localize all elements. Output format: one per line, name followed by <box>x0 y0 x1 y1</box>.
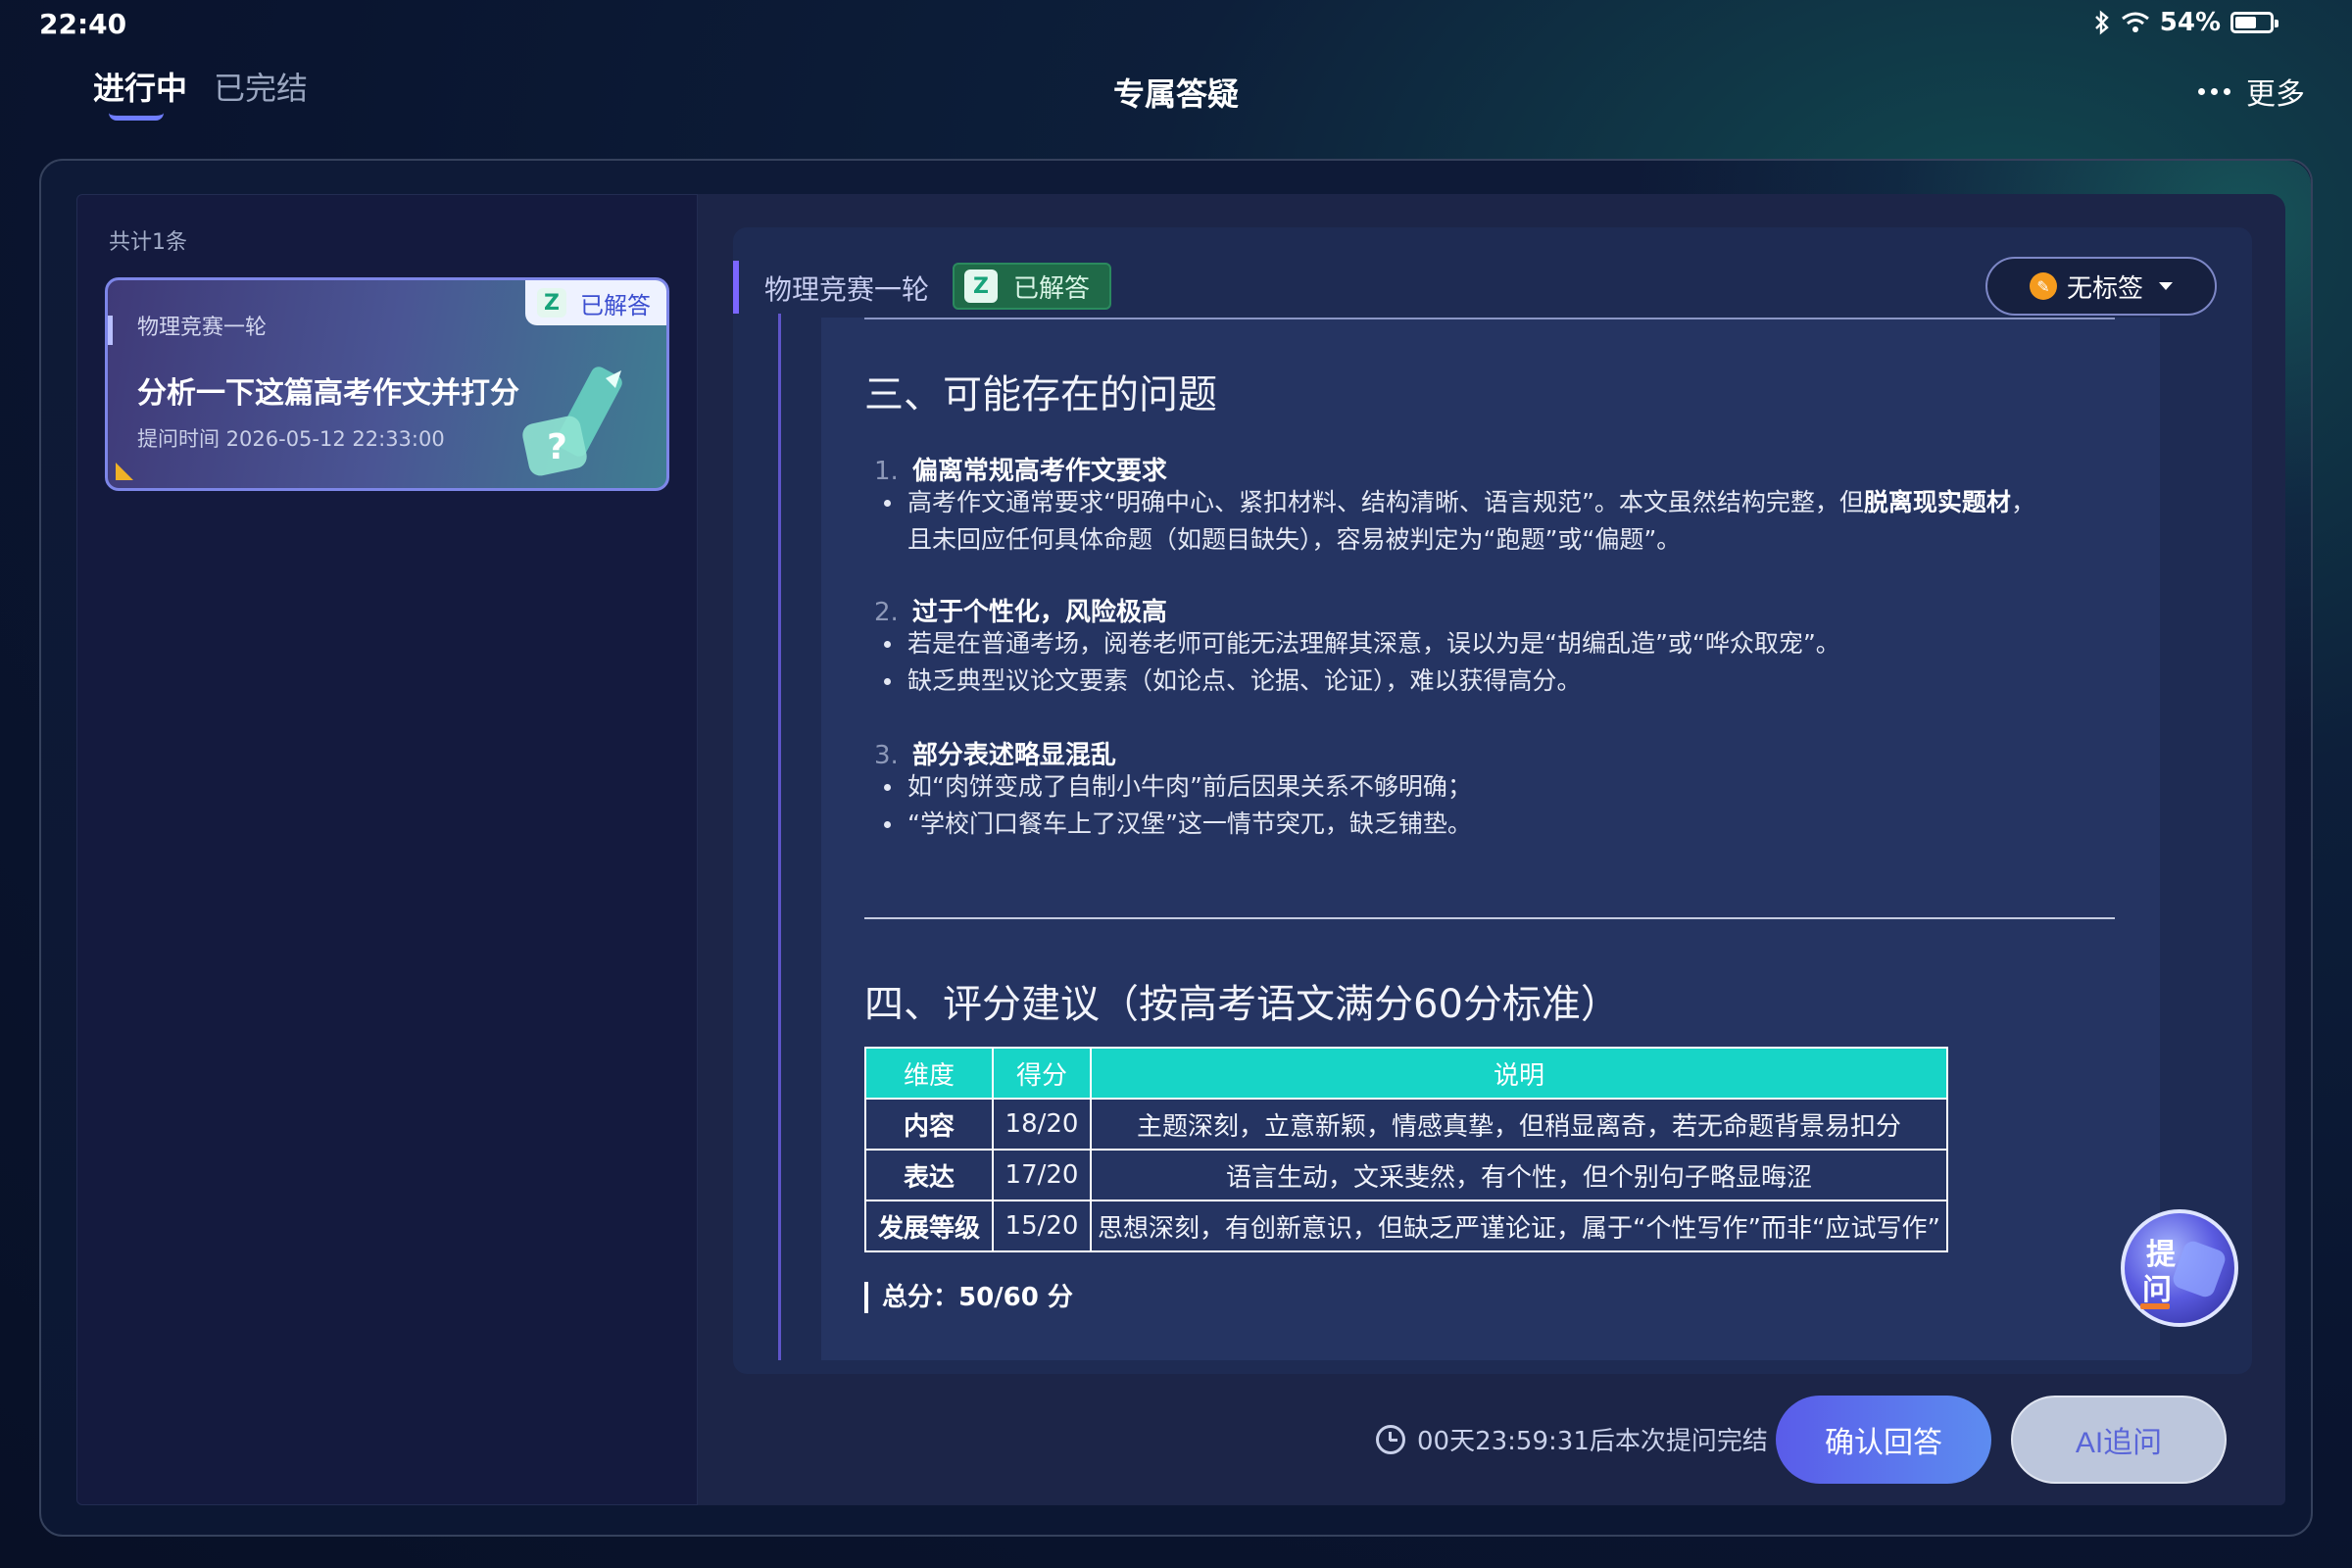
ai-followup-button[interactable]: AI追问 <box>2011 1396 2227 1484</box>
list-number: 3. <box>874 741 899 770</box>
table-row: 表达 17/20 语言生动，文采斐然，有个性，但个别句子略显晦涩 <box>864 1149 1948 1201</box>
question-card[interactable]: 物理竞赛一轮 分析一下这篇高考作文并打分 提问时间 2026-05-12 22:… <box>105 277 669 491</box>
tag-icon: ✎ <box>2029 272 2057 300</box>
status-bar: 22:40 54% <box>0 0 2352 49</box>
status-time: 22:40 <box>39 8 127 40</box>
bullet-text: 高考作文通常要求“明确中心、紧扣材料、结构清晰、语言规范”。本文虽然结构完整，但… <box>884 484 2113 521</box>
battery-icon <box>2230 12 2278 33</box>
bluetooth-icon <box>2094 10 2109 35</box>
wifi-icon <box>2121 12 2149 32</box>
table-row: 内容 18/20 主题深刻，立意新颖，情感真挚，但稍显离奇，若无命题背景易扣分 <box>864 1098 1948 1151</box>
status-icons: 54% <box>2093 8 2278 37</box>
table-cell: 18/20 <box>992 1098 1092 1151</box>
header: 进行中 已完结 专属答疑 更多 <box>0 54 2352 132</box>
list-number: 1. <box>874 457 899 486</box>
question-card-time: 提问时间 2026-05-12 22:33:00 <box>137 427 445 451</box>
table-cell: 主题深刻，立意新颖，情感真挚，但稍显离奇，若无命题背景易扣分 <box>1090 1098 1948 1151</box>
answer-panel: 物理竞赛一轮 Z 已解答 ✎ 无标签 三、可能存在的问题 1. 偏离常规高考作文要… <box>698 194 2285 1505</box>
divider <box>864 917 2115 919</box>
score-table: 维度 得分 说明 内容 18/20 主题深刻，立意新颖，情感真挚，但稍显离奇，若… <box>864 1047 1948 1252</box>
main-frame: 共计1条 物理竞赛一轮 分析一下这篇高考作文并打分 提问时间 2026-05-1… <box>39 159 2313 1537</box>
table-cell: 表达 <box>864 1149 994 1201</box>
corner-flag-icon <box>116 463 133 480</box>
section-heading: 三、可能存在的问题 <box>864 372 1217 417</box>
list-item-title: 过于个性化，风险极高 <box>911 598 1167 627</box>
table-cell: 17/20 <box>992 1149 1092 1201</box>
tag-select-dropdown[interactable]: ✎ 无标签 <box>1985 257 2217 316</box>
page-title: 专属答疑 <box>1112 75 1239 113</box>
list-item: 2. 过于个性化，风险极高 <box>874 592 1167 628</box>
answer-subject: 物理竞赛一轮 <box>764 273 930 306</box>
more-button[interactable]: 更多 <box>2198 70 2305 113</box>
table-header: 维度 <box>864 1047 994 1100</box>
section-heading: 四、评分建议（按高考语文满分60分标准） <box>864 982 1620 1027</box>
table-cell: 语言生动，文采斐然，有个性，但个别句子略显晦涩 <box>1090 1149 1948 1201</box>
table-cell: 发展等级 <box>864 1200 994 1252</box>
bullet-text: “学校门口餐车上了汉堡”这一情节突兀，缺乏铺垫。 <box>884 806 2113 843</box>
question-card-accent <box>108 316 113 345</box>
list-number: 2. <box>874 598 899 627</box>
answer-status-badge: Z 已解答 <box>953 263 1112 310</box>
table-cell: 内容 <box>864 1098 994 1151</box>
more-dots-icon <box>2198 87 2230 95</box>
list-item: 1. 偏离常规高考作文要求 <box>874 451 1167 487</box>
bullet-text: 缺乏典型议论文要素（如论点、论据、论证），难以获得高分。 <box>884 662 2113 700</box>
list-item-title: 部分表述略显混乱 <box>911 741 1116 770</box>
question-count: 共计1条 <box>109 230 187 255</box>
bullet-text: 若是在普通考场，阅卷老师可能无法理解其深意，误以为是“胡编乱造”或“哗众取宠”。 <box>884 625 2113 662</box>
ask-question-float-button[interactable]: 提 问 <box>2117 1205 2242 1331</box>
battery-percent: 54% <box>2159 8 2221 37</box>
clock-icon <box>1376 1424 1405 1454</box>
z-logo-icon: Z <box>964 270 998 303</box>
countdown: 00天23:59:31后本次提问完结 <box>1376 1421 1768 1457</box>
answered-badge-label: 已解答 <box>580 291 651 319</box>
confirm-answer-button[interactable]: 确认回答 <box>1776 1396 1991 1484</box>
list-item-title: 偏离常规高考作文要求 <box>911 457 1167 486</box>
more-label: 更多 <box>2246 77 2305 112</box>
answer-card: 物理竞赛一轮 Z 已解答 ✎ 无标签 三、可能存在的问题 1. 偏离常规高考作文要… <box>733 227 2252 1374</box>
question-list-panel: 共计1条 物理竞赛一轮 分析一下这篇高考作文并打分 提问时间 2026-05-1… <box>76 194 698 1505</box>
question-bubble-decoration-icon: ? <box>522 367 622 476</box>
question-card-subject: 物理竞赛一轮 <box>137 316 268 340</box>
question-card-title: 分析一下这篇高考作文并打分 <box>137 376 519 411</box>
svg-text:提: 提 <box>2146 1238 2177 1272</box>
answer-left-border <box>778 314 781 1360</box>
table-row: 发展等级 15/20 思想深刻，有创新意识，但缺乏严谨论证，属于“个性写作”而非… <box>864 1200 1948 1252</box>
chevron-down-icon <box>2159 282 2173 290</box>
countdown-text: 00天23:59:31后本次提问完结 <box>1417 1427 1768 1456</box>
answered-badge: Z 已解答 <box>525 280 666 325</box>
answer-content[interactable]: 三、可能存在的问题 1. 偏离常规高考作文要求 高考作文通常要求“明确中心、紧扣材… <box>821 318 2160 1360</box>
divider <box>864 318 2115 319</box>
table-header: 说明 <box>1090 1047 1948 1100</box>
tag-select-value: 无标签 <box>2066 273 2143 304</box>
table-header-row: 维度 得分 说明 <box>864 1047 1948 1100</box>
bullet-text: 如“肉饼变成了自制小牛肉”前后因果关系不够明确； <box>884 768 2113 806</box>
table-header: 得分 <box>992 1047 1092 1100</box>
table-cell: 思想深刻，有创新意识，但缺乏严谨论证，属于“个性写作”而非“应试写作” <box>1090 1200 1948 1252</box>
answer-status-label: 已解答 <box>1013 273 1091 304</box>
svg-text:?: ? <box>547 427 567 467</box>
table-cell: 15/20 <box>992 1200 1092 1252</box>
z-logo-icon: Z <box>537 288 566 318</box>
answer-header-accent <box>733 261 739 314</box>
svg-text:问: 问 <box>2142 1273 2172 1307</box>
list-item: 3. 部分表述略显混乱 <box>874 735 1116 771</box>
total-score: 总分：50/60 分 <box>864 1282 1073 1313</box>
bullet-text-continued: 且未回应任何具体命题（如题目缺失），容易被判定为“跑题”或“偏题”。 <box>907 525 1682 554</box>
